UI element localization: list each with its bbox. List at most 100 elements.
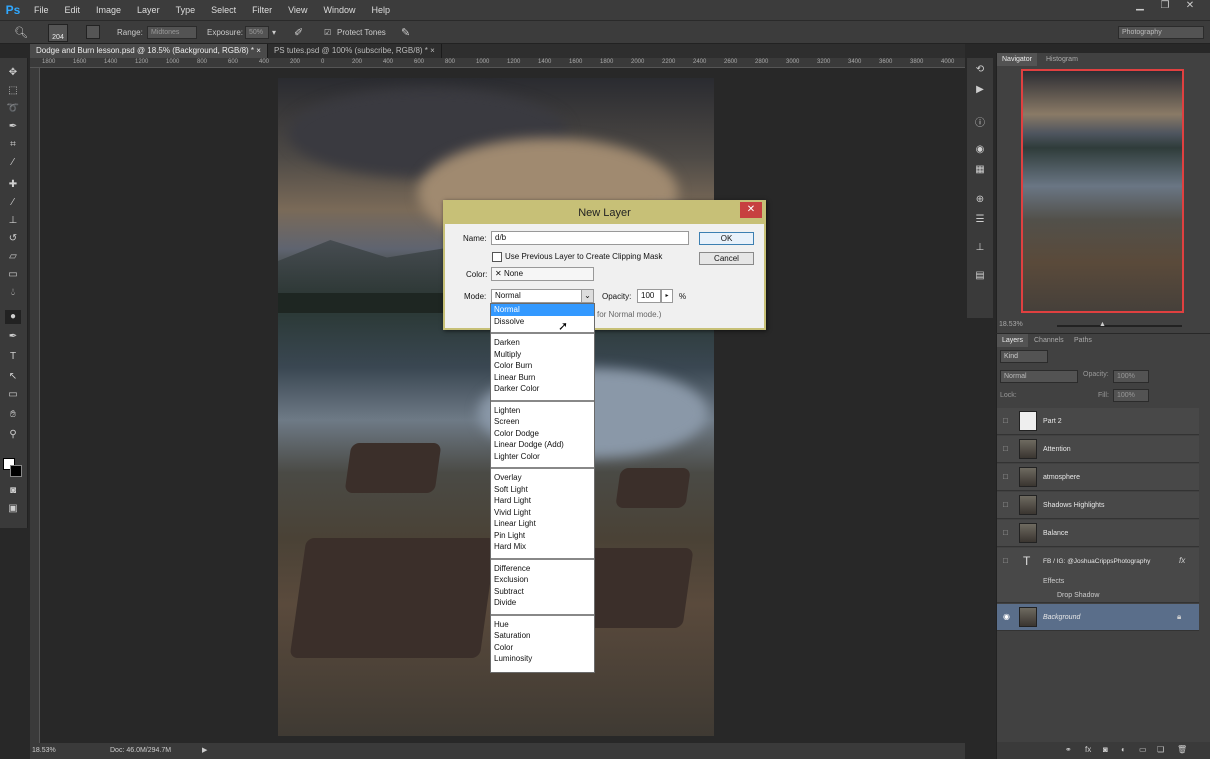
tab-channels[interactable]: Channels (1029, 334, 1069, 347)
layer-blend-mode[interactable]: Normal (1000, 370, 1078, 383)
menu-view[interactable]: View (280, 0, 315, 20)
clone-source-icon[interactable]: ▤ (972, 270, 988, 284)
visibility-toggle[interactable]: □ (1003, 472, 1013, 482)
layer-row[interactable]: □ Attention (997, 436, 1199, 463)
layer-filter-kind[interactable]: Kind (1000, 350, 1048, 363)
mode-option[interactable]: Divide (491, 597, 594, 609)
mode-option[interactable]: Dissolve (491, 316, 594, 328)
menu-filter[interactable]: Filter (244, 0, 280, 20)
layer-row[interactable]: □ atmosphere (997, 464, 1199, 491)
layer-row-background[interactable]: ◉ Background 🔒︎ (997, 604, 1199, 631)
layer-row[interactable]: □ Balance (997, 520, 1199, 547)
blur-tool-icon[interactable]: 💧︎ (5, 286, 21, 300)
exposure-input[interactable]: 50% (245, 26, 269, 39)
add-style-icon[interactable]: fx (1085, 745, 1091, 754)
mode-option[interactable]: Screen (491, 416, 594, 428)
eyedropper-tool-icon[interactable]: ⁄ (5, 156, 21, 170)
opacity-input[interactable]: 100 (637, 289, 661, 303)
dodge-tool-icon[interactable]: ● (5, 310, 21, 324)
close-icon[interactable]: ✕ (1180, 0, 1200, 14)
mode-option[interactable]: Lighten (491, 405, 594, 417)
mode-option[interactable]: Subtract (491, 586, 594, 598)
layer-row[interactable]: □ Shadows Highlights (997, 492, 1199, 519)
styles-icon[interactable]: ☰ (972, 214, 988, 228)
protect-tones-checkbox[interactable]: ☑ (324, 26, 331, 40)
mode-option[interactable]: Color Dodge (491, 428, 594, 440)
status-arrow-icon[interactable]: ▶ (202, 743, 207, 759)
hand-tool-icon[interactable]: ✋︎ (5, 408, 21, 422)
lasso-tool-icon[interactable]: ➰ (5, 102, 21, 116)
background-color-swatch[interactable] (10, 465, 22, 477)
name-input[interactable]: d/b (491, 231, 689, 245)
mode-option[interactable]: Vivid Light (491, 507, 594, 519)
tab-layers[interactable]: Layers (997, 334, 1029, 347)
history-icon[interactable]: ⟲ (972, 64, 988, 78)
airbrush-icon[interactable]: ✐ (294, 26, 303, 40)
link-layers-icon[interactable]: ⚭ (1065, 745, 1072, 754)
info-icon[interactable]: ⓘ (972, 114, 988, 129)
blend-mode-dropdown[interactable]: Normal Dissolve Darken Multiply Color Burn Li… (490, 303, 595, 673)
marquee-tool-icon[interactable]: ⬚ (5, 84, 21, 98)
mode-option[interactable]: Pin Light (491, 530, 594, 542)
tab-paths[interactable]: Paths (1069, 334, 1097, 347)
brush-tool-icon[interactable]: ⁄ (5, 196, 21, 210)
mode-option[interactable]: Hue (491, 619, 594, 631)
new-layer-icon[interactable]: ❏ (1157, 745, 1164, 754)
clipping-mask-checkbox[interactable] (492, 252, 502, 262)
mode-option[interactable]: Color (491, 642, 594, 654)
actions-icon[interactable]: ▶ (972, 84, 988, 98)
restore-icon[interactable]: ❐ (1155, 0, 1175, 14)
tab-ps-tutes[interactable]: PS tutes.psd @ 100% (subscribe, RGB/8) *… (268, 44, 442, 58)
eraser-tool-icon[interactable]: ▱ (5, 250, 21, 264)
mode-option[interactable]: Linear Dodge (Add) (491, 439, 594, 451)
delete-layer-icon[interactable]: 🗑︎ (1177, 745, 1187, 754)
clone-stamp-tool-icon[interactable]: ⊥ (5, 214, 21, 228)
mode-option[interactable]: Darker Color (491, 383, 594, 395)
dialog-close-button[interactable]: ✕ (740, 202, 762, 218)
menu-file[interactable]: File (26, 0, 57, 20)
adjustments-icon[interactable]: ⊕ (972, 194, 988, 208)
visibility-toggle[interactable]: □ (1003, 416, 1013, 426)
healing-tool-icon[interactable]: ✚ (5, 178, 21, 192)
mode-option[interactable]: Hard Mix (491, 541, 594, 553)
mode-option[interactable]: Soft Light (491, 484, 594, 496)
quick-select-tool-icon[interactable]: ✒ (5, 120, 21, 134)
mode-select[interactable]: Normal ⌄ (491, 289, 594, 303)
tab-histogram[interactable]: Histogram (1041, 53, 1083, 66)
eye-icon[interactable]: ◉ (1003, 612, 1013, 622)
swatches-icon[interactable]: ▦ (972, 164, 988, 178)
mode-option[interactable]: Luminosity (491, 653, 594, 665)
mode-option[interactable]: Lighter Color (491, 451, 594, 463)
menu-edit[interactable]: Edit (57, 0, 89, 20)
mode-option[interactable]: Multiply (491, 349, 594, 361)
mode-option[interactable]: Exclusion (491, 574, 594, 586)
add-mask-icon[interactable]: ◙ (1103, 745, 1108, 754)
opacity-slider-arrow[interactable]: ▸ (661, 289, 673, 303)
type-tool-icon[interactable]: T (5, 350, 21, 364)
navigator-zoom[interactable]: 18.53% (999, 321, 1023, 328)
brush-presets-icon[interactable]: ⊥ (972, 242, 988, 256)
color-select[interactable]: ✕ None (491, 267, 594, 281)
navigator-zoom-slider[interactable] (1057, 325, 1182, 327)
navigator-thumbnail[interactable] (1021, 69, 1184, 313)
pen-tool-icon[interactable]: ✒ (5, 330, 21, 344)
mode-option[interactable]: Overlay (491, 472, 594, 484)
layer-row[interactable]: □ Part 2 (997, 408, 1199, 435)
gradient-tool-icon[interactable]: ▭ (5, 268, 21, 282)
zoom-slider-handle[interactable]: ▲ (1099, 321, 1106, 328)
history-brush-tool-icon[interactable]: ↺ (5, 232, 21, 246)
ok-button[interactable]: OK (699, 232, 754, 245)
shape-tool-icon[interactable]: ▭ (5, 388, 21, 402)
zoom-tool-icon[interactable]: 🔍︎ (14, 26, 28, 40)
menu-layer[interactable]: Layer (129, 0, 168, 20)
tab-navigator[interactable]: Navigator (997, 53, 1037, 66)
menu-type[interactable]: Type (168, 0, 204, 20)
quick-mask-icon[interactable]: ◙ (5, 484, 21, 498)
zoom-tool-icon[interactable]: ⚲ (5, 428, 21, 442)
move-tool-icon[interactable]: ✥ (5, 66, 21, 80)
menu-help[interactable]: Help (363, 0, 398, 20)
chevron-down-icon[interactable]: ⌄ (581, 290, 593, 302)
new-group-icon[interactable]: ▭ (1139, 745, 1147, 754)
layer-opacity-input[interactable]: 100% (1113, 370, 1149, 383)
brush-panel-icon[interactable] (86, 25, 100, 39)
